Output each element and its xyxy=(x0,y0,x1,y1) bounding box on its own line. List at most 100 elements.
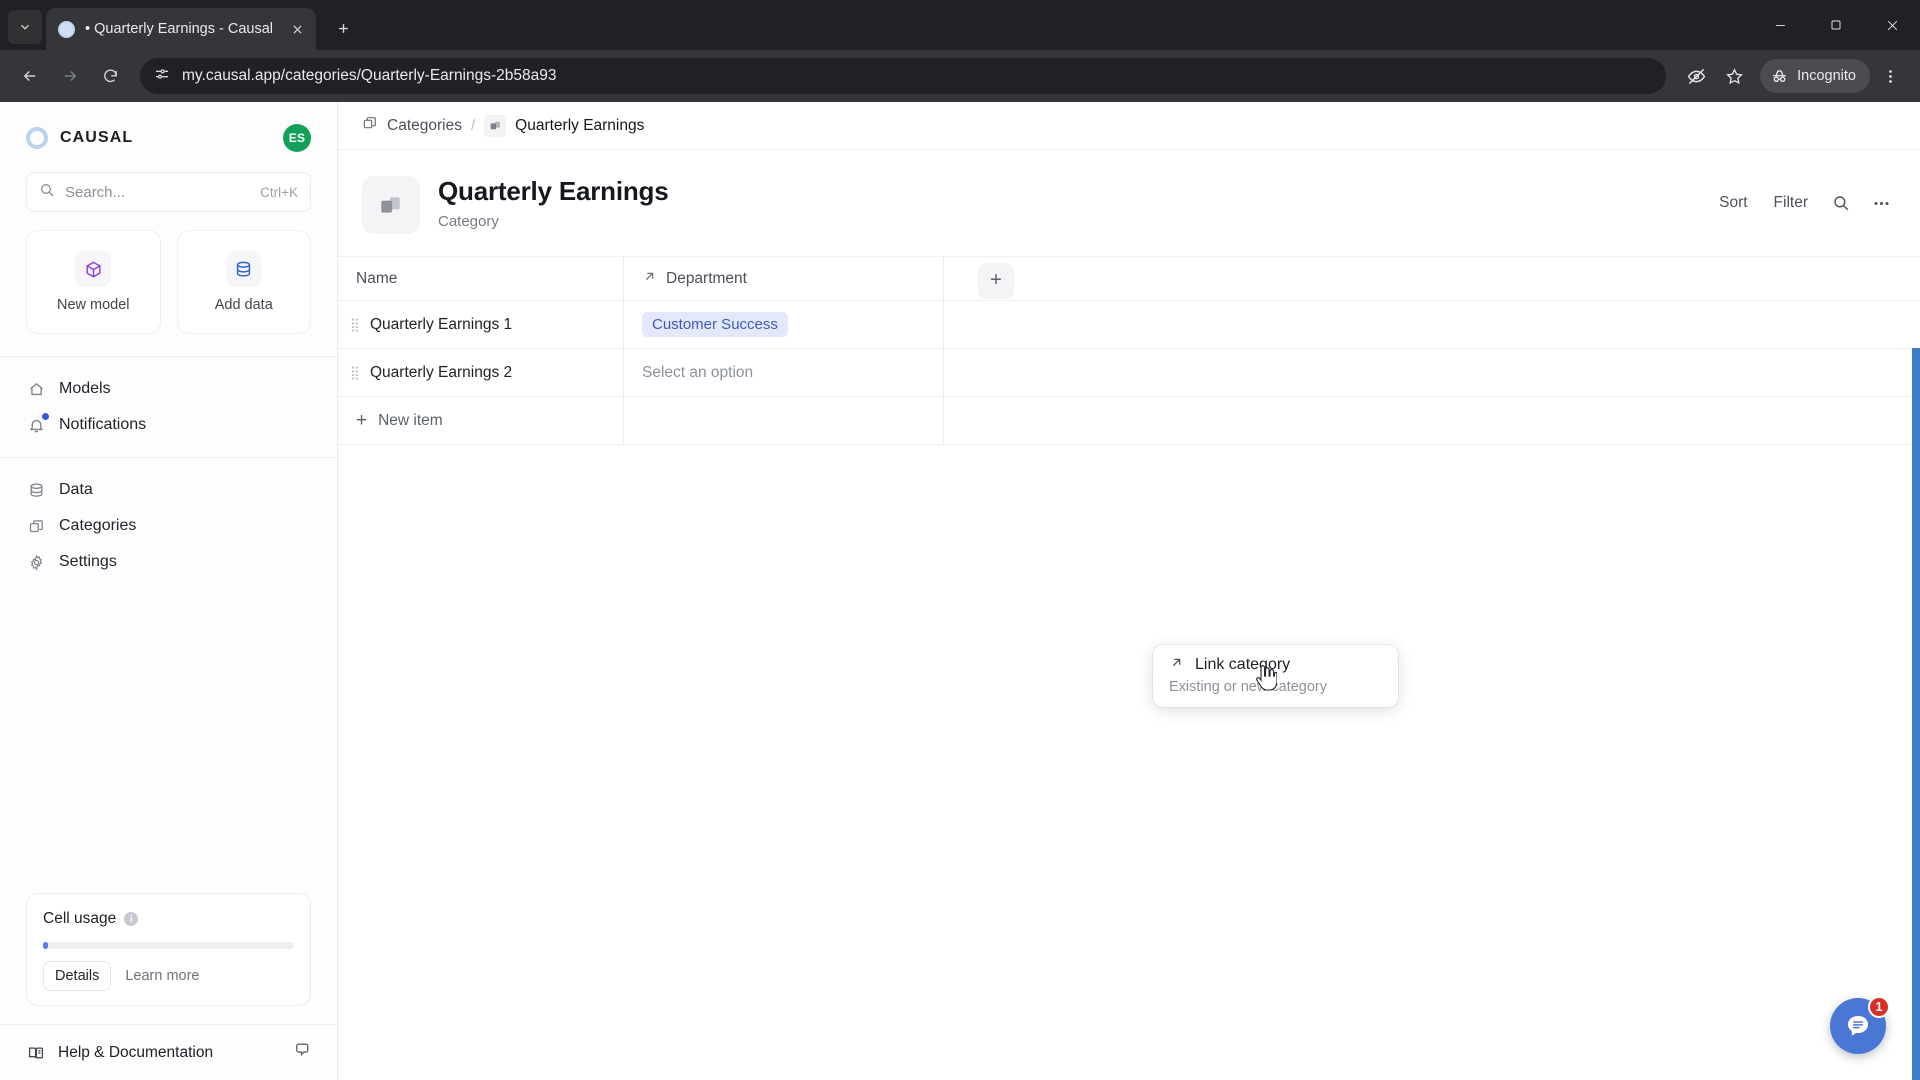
filter-button[interactable]: Filter xyxy=(1766,190,1816,216)
sidebar-item-models[interactable]: Models xyxy=(0,371,337,407)
column-header-department-label: Department xyxy=(666,269,747,287)
url-text: my.causal.app/categories/Quarterly-Earni… xyxy=(182,67,557,84)
new-item-cell-rest xyxy=(944,397,1920,444)
new-item-cell[interactable]: + New item xyxy=(338,397,624,444)
tab-favicon-icon xyxy=(58,20,75,38)
select-option-placeholder[interactable]: Select an option xyxy=(642,364,753,382)
link-arrow-icon xyxy=(1169,655,1184,675)
brand-name: CAUSAL xyxy=(60,129,134,146)
cell-name[interactable]: ⣿ Quarterly Earnings 1 xyxy=(338,301,624,348)
close-tab-icon[interactable] xyxy=(286,18,308,40)
details-button[interactable]: Details xyxy=(43,961,112,991)
vertical-scrollbar[interactable] xyxy=(1912,348,1920,1080)
maximize-icon[interactable] xyxy=(1808,0,1864,50)
main-content: Categories / Quarterly Earnings Quarterl… xyxy=(338,102,1920,1080)
close-window-icon[interactable] xyxy=(1864,0,1920,50)
search-icon xyxy=(39,182,55,203)
window-controls xyxy=(1752,0,1920,50)
cell-usage-title: Cell usage xyxy=(43,910,117,927)
chat-icon[interactable] xyxy=(292,1041,311,1065)
learn-more-link[interactable]: Learn more xyxy=(117,968,207,984)
link-arrow-icon xyxy=(642,269,657,289)
category-icon xyxy=(484,114,507,137)
book-icon xyxy=(26,1044,46,1062)
help-documentation-row[interactable]: Help & Documentation xyxy=(0,1024,337,1080)
toolbar-actions: Incognito xyxy=(1678,58,1908,94)
cell-empty xyxy=(944,349,1920,396)
sidebar-item-notifications[interactable]: Notifications xyxy=(0,407,337,443)
sidebar-item-categories[interactable]: Categories xyxy=(0,508,337,544)
reload-icon[interactable] xyxy=(92,58,128,94)
quick-actions: New model Add data xyxy=(0,212,337,356)
column-header-department[interactable]: Department xyxy=(624,257,944,300)
popup-row-title: Link category xyxy=(1169,655,1382,675)
cell-usage-panel: Cell usage i Details Learn more xyxy=(26,893,311,1006)
status-badge[interactable]: Customer Success xyxy=(642,312,788,337)
database-icon xyxy=(225,251,262,287)
bookmark-star-icon[interactable] xyxy=(1716,58,1752,94)
popup-title: Link category xyxy=(1195,656,1291,673)
site-settings-icon[interactable] xyxy=(154,66,170,87)
table-row[interactable]: ⣿ Quarterly Earnings 1 Customer Success xyxy=(338,301,1920,349)
search-icon[interactable] xyxy=(1826,188,1856,218)
address-bar[interactable]: my.causal.app/categories/Quarterly-Earni… xyxy=(140,58,1667,94)
info-icon[interactable]: i xyxy=(124,912,139,926)
page-header-actions: Sort Filter xyxy=(1711,176,1896,218)
sidebar: CAUSAL ES Search... Ctrl+K New model Add… xyxy=(0,102,338,1080)
drag-handle-icon[interactable]: ⣿ xyxy=(350,366,364,379)
forward-icon[interactable] xyxy=(52,58,88,94)
cell-department[interactable]: Customer Success xyxy=(624,301,944,348)
help-documentation-label: Help & Documentation xyxy=(58,1043,214,1061)
cell-name[interactable]: ⣿ Quarterly Earnings 2 xyxy=(338,349,624,396)
breadcrumb-item-categories[interactable]: Categories xyxy=(362,115,462,136)
gear-icon xyxy=(26,554,46,571)
tab-search-icon[interactable] xyxy=(8,10,42,44)
sidebar-item-data[interactable]: Data xyxy=(0,472,337,508)
column-header-name-label: Name xyxy=(356,269,398,287)
minimize-icon[interactable] xyxy=(1752,0,1808,50)
breadcrumb-item-current[interactable]: Quarterly Earnings xyxy=(484,114,644,137)
ellipsis-icon[interactable] xyxy=(1866,188,1896,218)
popup-item-link-category[interactable]: Link category Existing or new category xyxy=(1153,655,1398,695)
category-table: Name Department + ⣿ Quarterly Earnings 1… xyxy=(338,257,1920,1080)
new-item-row[interactable]: + New item xyxy=(338,397,1920,445)
avatar[interactable]: ES xyxy=(283,124,311,152)
tracking-protection-icon[interactable] xyxy=(1678,58,1714,94)
incognito-indicator[interactable]: Incognito xyxy=(1760,59,1870,93)
breadcrumb-separator: / xyxy=(470,117,476,134)
page-header: Quarterly Earnings Category Sort Filter xyxy=(338,150,1920,257)
table-row[interactable]: ⣿ Quarterly Earnings 2 Select an option xyxy=(338,349,1920,397)
add-data-label: Add data xyxy=(214,297,273,313)
drag-handle-icon[interactable]: ⣿ xyxy=(350,318,364,331)
add-column-cell: + xyxy=(944,257,1920,300)
new-model-button[interactable]: New model xyxy=(26,230,161,334)
add-data-button[interactable]: Add data xyxy=(176,230,311,334)
browser-window: • Quarterly Earnings - Causal my.causal.… xyxy=(0,0,1920,1080)
cell-name-text: Quarterly Earnings 2 xyxy=(370,363,513,381)
search-shortcut: Ctrl+K xyxy=(260,184,298,200)
tab-title: • Quarterly Earnings - Causal xyxy=(85,21,274,37)
table-header-row: Name Department + xyxy=(338,257,1920,301)
breadcrumb: Categories / Quarterly Earnings xyxy=(338,102,1920,150)
brand-row: CAUSAL ES xyxy=(0,102,337,168)
column-header-name[interactable]: Name xyxy=(338,257,624,300)
sidebar-item-models-label: Models xyxy=(59,380,111,397)
add-column-button[interactable]: + xyxy=(978,262,1014,299)
browser-tab[interactable]: • Quarterly Earnings - Causal xyxy=(46,8,316,50)
nav-primary: Models Notifications xyxy=(0,357,337,457)
sidebar-item-notifications-label: Notifications xyxy=(59,416,147,433)
sidebar-item-settings[interactable]: Settings xyxy=(0,544,337,580)
new-tab-button[interactable] xyxy=(326,11,360,45)
cell-department[interactable]: Select an option xyxy=(624,349,944,396)
page-category-icon xyxy=(362,176,420,234)
chrome-menu-icon[interactable] xyxy=(1872,58,1908,94)
sidebar-item-data-label: Data xyxy=(59,481,93,498)
popup-subtitle: Existing or new category xyxy=(1169,679,1327,695)
back-icon[interactable] xyxy=(12,58,48,94)
new-item-button[interactable]: + New item xyxy=(356,411,443,430)
cube-icon xyxy=(75,251,112,287)
app-body: CAUSAL ES Search... Ctrl+K New model Add… xyxy=(0,102,1920,1080)
sort-button[interactable]: Sort xyxy=(1711,190,1755,216)
browser-toolbar: my.causal.app/categories/Quarterly-Earni… xyxy=(0,50,1920,102)
search-input[interactable]: Search... Ctrl+K xyxy=(26,172,311,212)
